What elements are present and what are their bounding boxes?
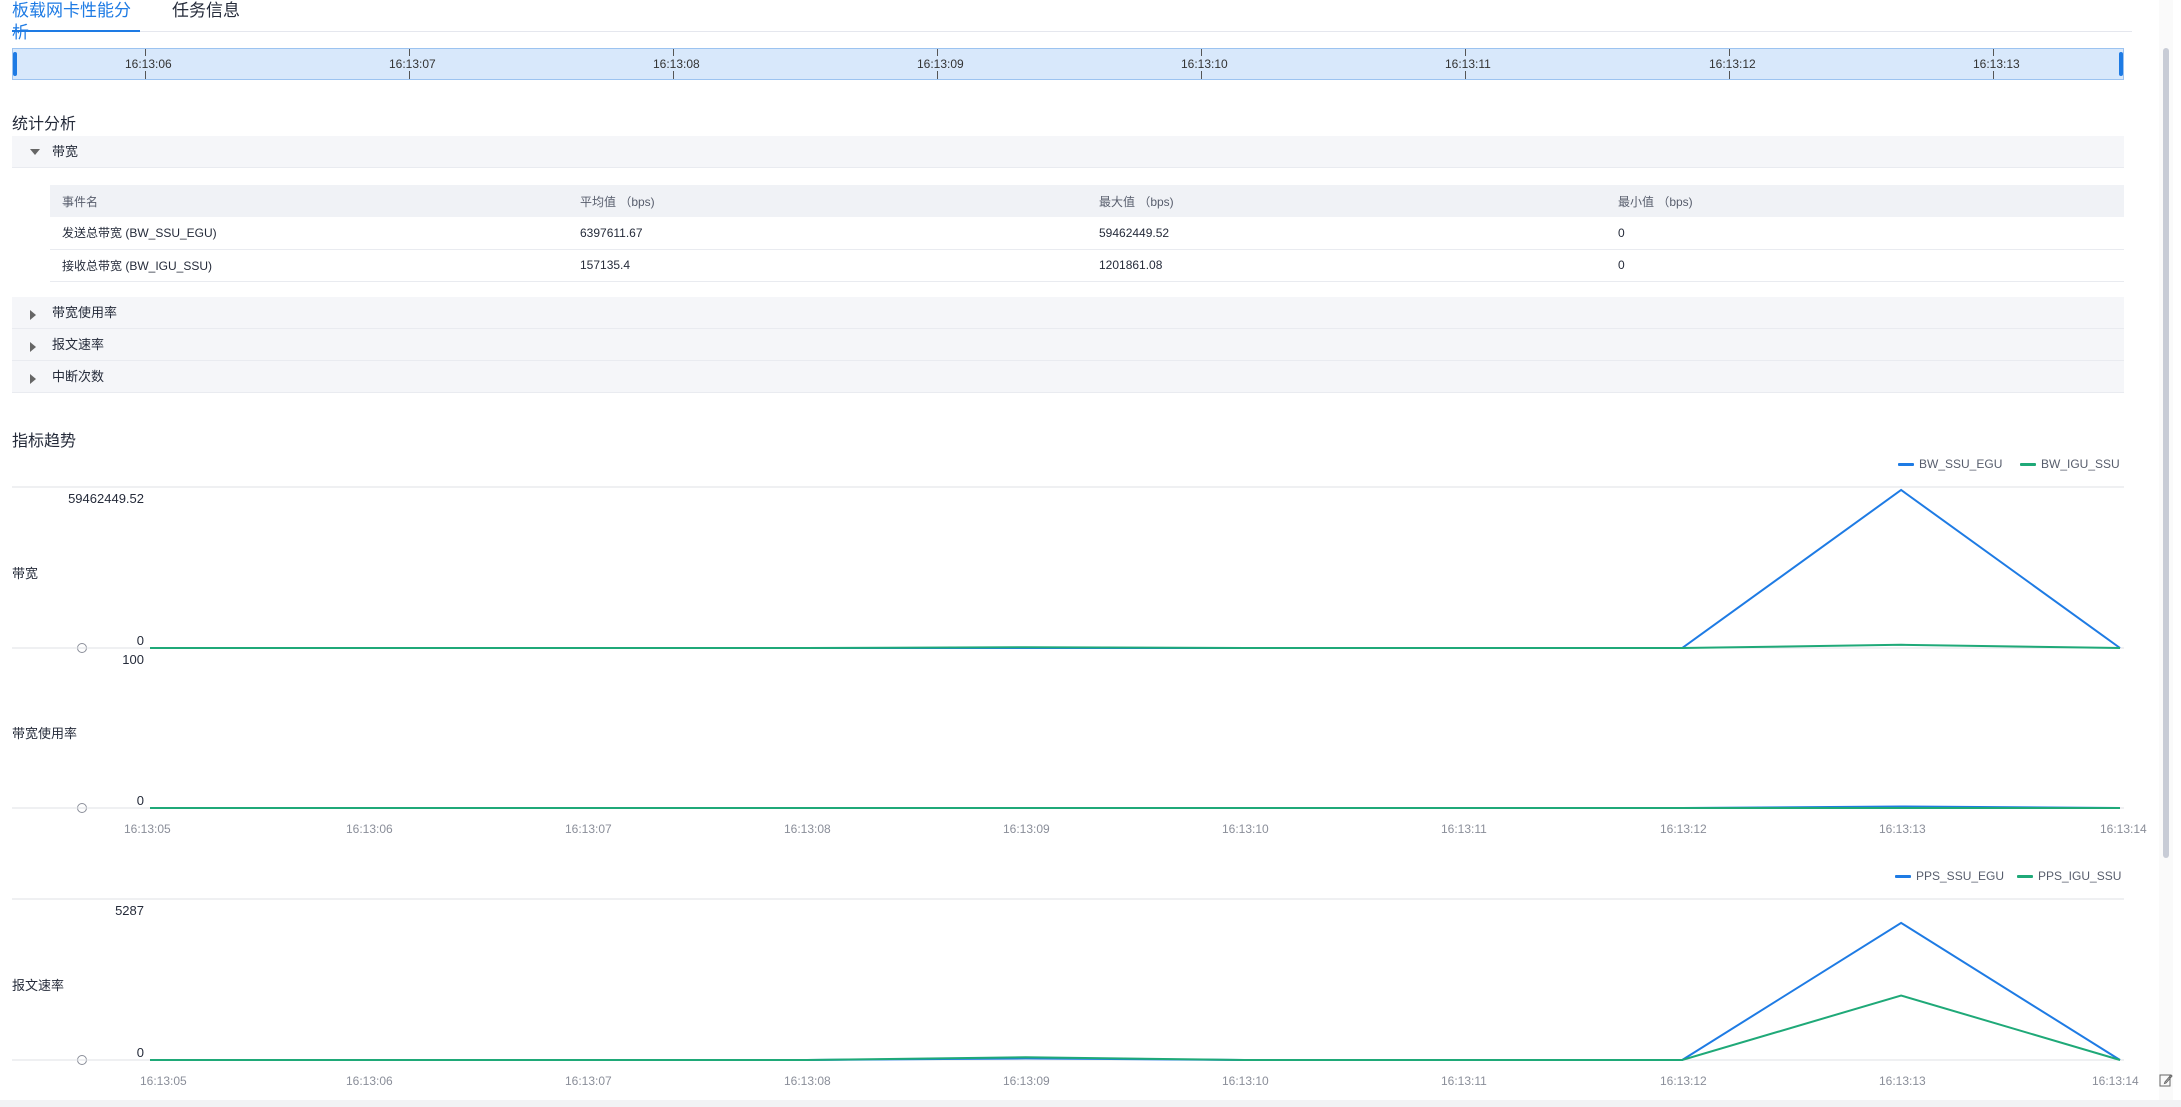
- bandwidth-series-BW_SSU_EGU: [150, 488, 2121, 649]
- accordion-header-bandwidth[interactable]: 带宽: [12, 136, 2124, 168]
- accordion-label: 报文速率: [52, 337, 105, 352]
- trend-title: 指标趋势: [12, 433, 77, 450]
- table-cell: 1201861.08: [1087, 249, 1606, 282]
- y-axis-label: 带宽使用率: [12, 726, 78, 741]
- x-tick-label: 16:13:06: [346, 822, 393, 836]
- bandwidth-series-BW_IGU_SSU: [150, 643, 2121, 649]
- table-row: 发送总带宽 (BW_SSU_EGU) 6397611.67 59462449.5…: [50, 217, 2124, 250]
- accordion-header-bandwidth-usage[interactable]: 带宽使用率: [12, 297, 2124, 329]
- y-axis-label: 报文速率: [12, 978, 65, 993]
- table-cell: 0: [1606, 217, 2124, 250]
- scrollbar-thumb[interactable]: [2163, 48, 2169, 858]
- x-tick-label: 16:13:13: [1879, 1074, 1926, 1088]
- x-tick-label: 16:13:06: [346, 1074, 393, 1088]
- x-tick-label: 16:13:10: [1222, 822, 1269, 836]
- x-tick-label: 16:13:13: [1879, 822, 1926, 836]
- accordion-label: 带宽: [52, 144, 79, 159]
- table-cell: 157135.4: [568, 249, 1087, 282]
- caret-right-icon: [30, 374, 36, 384]
- edit-icon[interactable]: [2159, 1073, 2173, 1087]
- tab-nic-performance[interactable]: 板载网卡性能分析: [12, 0, 140, 42]
- caret-down-icon: [30, 149, 40, 155]
- column-header: 事件名: [50, 185, 568, 217]
- x-tick-label: 16:13:08: [784, 822, 831, 836]
- x-tick-label: 16:13:07: [565, 1074, 612, 1088]
- caret-right-icon: [30, 310, 36, 320]
- x-tick-label: 16:13:10: [1222, 1074, 1269, 1088]
- y-zoom-handle[interactable]: [77, 803, 87, 813]
- x-tick-label: 16:13:12: [1660, 1074, 1707, 1088]
- tab-bar: 板载网卡性能分析 任务信息: [12, 0, 2132, 42]
- accordion-bandwidth-usage: 带宽使用率 报文速率 中断次数: [12, 297, 2124, 393]
- table-cell: 0: [1606, 249, 2124, 282]
- legend-swatch: [1895, 875, 1911, 879]
- bandwidth-usage-series-BW_SSU_EGU: [150, 805, 2121, 809]
- y-max-label: 59462449.52: [68, 491, 144, 506]
- accordion-label: 中断次数: [52, 369, 105, 384]
- table-cell: 发送总带宽 (BW_SSU_EGU): [50, 217, 568, 250]
- table-row: 接收总带宽 (BW_IGU_SSU) 157135.4 1201861.08 0: [50, 249, 2124, 282]
- table-cell: 6397611.67: [568, 217, 1087, 250]
- accordion-header-packet-rate[interactable]: 报文速率: [12, 329, 2124, 361]
- table-cell: 59462449.52: [1087, 217, 1606, 250]
- x-tick-label: 16:13:09: [1003, 1074, 1050, 1088]
- legend-swatch: [1898, 463, 1914, 467]
- legend-swatch: [2020, 463, 2036, 467]
- timeline-handle-right[interactable]: [2119, 52, 2123, 76]
- accordion-label: 带宽使用率: [52, 305, 118, 320]
- table-header-row: 事件名 平均值 （bps) 最大值 （bps) 最小值 （bps): [50, 185, 2124, 217]
- x-tick-label: 16:13:12: [1660, 822, 1707, 836]
- packet-rate-series-PPS_IGU_SSU: [150, 994, 2121, 1061]
- x-tick-label: 16:13:14: [2100, 822, 2147, 836]
- page-bottom-bar: [0, 1100, 2181, 1107]
- column-header: 平均值 （bps): [568, 185, 1087, 217]
- x-tick-label: 16:13:05: [140, 1074, 187, 1088]
- y-zoom-handle[interactable]: [77, 643, 87, 653]
- x-tick-label: 16:13:09: [1003, 822, 1050, 836]
- x-tick-label: 16:13:11: [1441, 822, 1487, 836]
- x-tick-label: 16:13:08: [784, 1074, 831, 1088]
- column-header: 最小值 （bps): [1606, 185, 2124, 217]
- x-tick-label: 16:13:14: [2092, 1074, 2139, 1088]
- tab-task-info[interactable]: 任务信息: [172, 0, 240, 32]
- legend-swatch: [2017, 875, 2033, 879]
- legend-item[interactable]: PPS_IGU_SSU: [2017, 869, 2121, 883]
- timeline-brush[interactable]: 16:13:06 16:13:07 16:13:08 16:13:09 16:1…: [12, 48, 2124, 80]
- y-zoom-handle[interactable]: [77, 1055, 87, 1065]
- column-header: 最大值 （bps): [1087, 185, 1606, 217]
- y-max-label: 5287: [115, 903, 144, 918]
- stats-title: 统计分析: [12, 116, 77, 133]
- timeline-handle-left[interactable]: [13, 52, 17, 76]
- table-cell: 接收总带宽 (BW_IGU_SSU): [50, 249, 568, 282]
- accordion-header-interrupts[interactable]: 中断次数: [12, 361, 2124, 393]
- legend-item[interactable]: BW_IGU_SSU: [2020, 457, 2120, 471]
- packet-rate-series-PPS_SSU_EGU: [150, 921, 2121, 1061]
- x-tick-label: 16:13:07: [565, 822, 612, 836]
- y-axis-label: 带宽: [12, 566, 39, 581]
- x-tick-label: 16:13:05: [124, 822, 171, 836]
- stats-table: 事件名 平均值 （bps) 最大值 （bps) 最小值 （bps) 发送总带宽 …: [50, 185, 2124, 282]
- legend-item[interactable]: PPS_SSU_EGU: [1895, 869, 2004, 883]
- caret-right-icon: [30, 342, 36, 352]
- legend-item[interactable]: BW_SSU_EGU: [1898, 457, 2002, 471]
- x-tick-label: 16:13:11: [1441, 1074, 1487, 1088]
- y-max-label: 100: [122, 652, 144, 667]
- accordion-bandwidth: 带宽: [12, 136, 2124, 168]
